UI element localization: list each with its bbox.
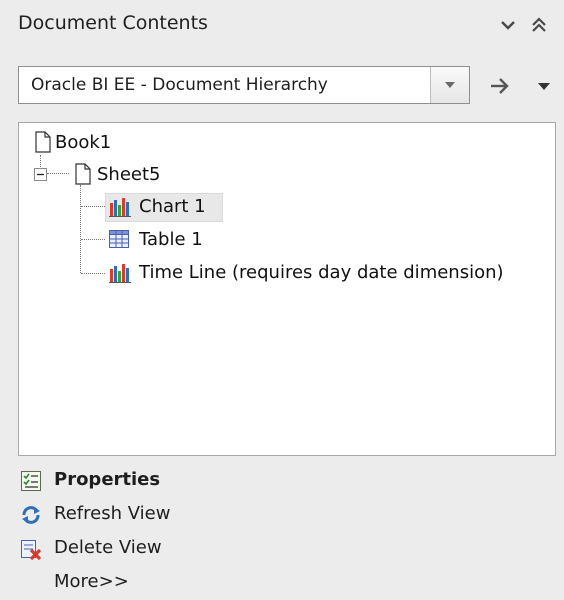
tree-node-label: Time Line (requires day date dimension)	[139, 262, 504, 283]
actions-panel: Properties Refresh View Delete View More…	[18, 460, 556, 600]
document-icon	[75, 163, 91, 185]
collapse-all-icon[interactable]	[528, 14, 550, 36]
more-link[interactable]: More>>	[18, 568, 318, 598]
tree-connector	[81, 273, 105, 274]
delete-icon	[21, 540, 42, 560]
tree-node-table1[interactable]: Table 1	[107, 226, 237, 254]
view-select[interactable]: Oracle BI EE - Document Hierarchy	[18, 66, 470, 104]
delete-view-button[interactable]: Delete View	[18, 534, 318, 564]
tree-connector	[80, 185, 81, 273]
bar-chart-icon	[109, 198, 131, 217]
more-label: More>>	[54, 571, 129, 592]
view-select-dropdown-button[interactable]	[430, 67, 469, 103]
tree-node-book1[interactable]: Book1	[33, 129, 233, 157]
refresh-view-label: Refresh View	[54, 503, 171, 524]
collapse-chevron-icon[interactable]	[497, 14, 519, 36]
view-select-value: Oracle BI EE - Document Hierarchy	[31, 75, 328, 95]
tree-connector	[81, 239, 105, 240]
panel-title: Document Contents	[18, 12, 208, 34]
tree-node-chart1[interactable]: Chart 1	[105, 193, 237, 222]
table-icon	[109, 230, 129, 248]
properties-icon	[21, 471, 41, 491]
go-arrow-icon[interactable]	[488, 75, 512, 97]
document-icon	[35, 131, 51, 153]
document-tree[interactable]: Book1 Sheet5 Chart 1 Table 1 Time Line (…	[18, 122, 556, 456]
panel-header: Document Contents	[0, 0, 564, 52]
delete-view-label: Delete View	[54, 537, 162, 558]
collapse-toggle-icon[interactable]	[34, 168, 47, 181]
tree-node-label: Table 1	[139, 229, 203, 250]
tree-node-label: Chart 1	[139, 196, 206, 217]
tree-node-label: Book1	[55, 132, 112, 153]
properties-label: Properties	[54, 469, 161, 490]
bar-chart-icon	[109, 264, 131, 283]
properties-button[interactable]: Properties	[18, 466, 318, 496]
tree-node-label: Sheet5	[97, 164, 161, 185]
dropdown-arrow-icon	[445, 82, 455, 88]
menu-dropdown-icon[interactable]	[534, 78, 554, 94]
view-selector-row: Oracle BI EE - Document Hierarchy	[18, 66, 556, 106]
refresh-icon	[22, 506, 40, 524]
tree-node-timeline[interactable]: Time Line (requires day date dimension)	[107, 259, 547, 287]
tree-node-sheet5[interactable]: Sheet5	[33, 161, 233, 189]
tree-connector	[81, 206, 105, 207]
refresh-view-button[interactable]: Refresh View	[18, 500, 318, 530]
